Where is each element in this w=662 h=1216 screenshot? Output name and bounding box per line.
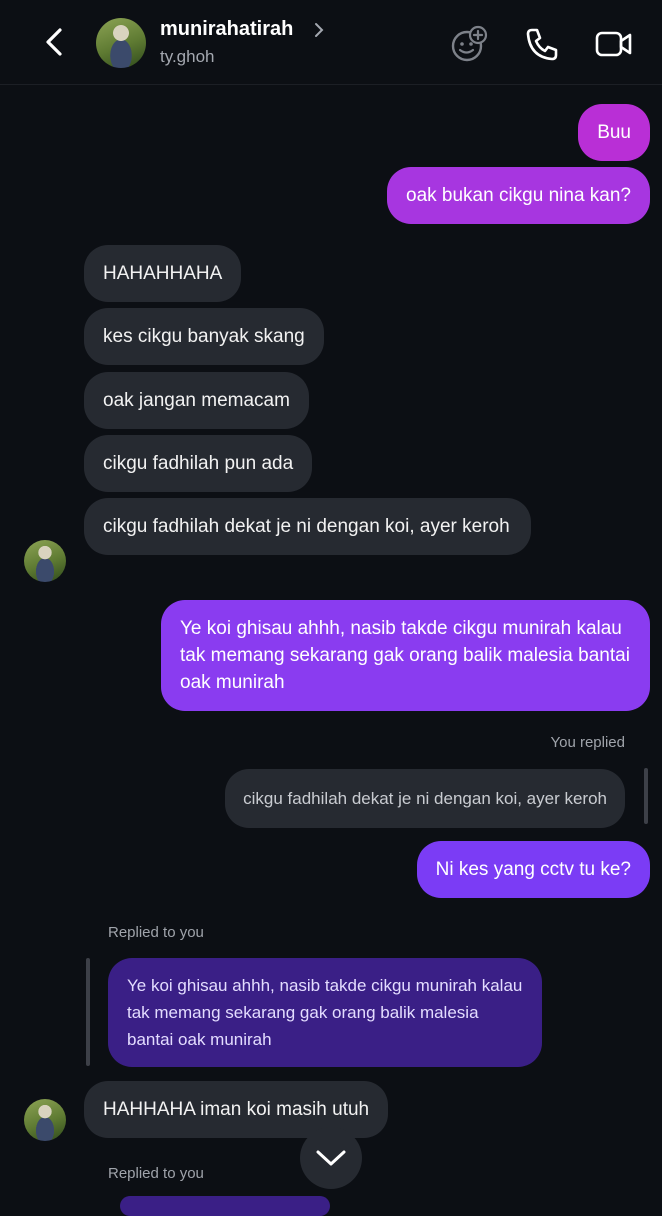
outgoing-message[interactable]: Ye koi ghisau ahhh, nasib takde cikgu mu… — [161, 600, 650, 711]
chat-header: munirahatirah ty.ghoh — [0, 0, 662, 85]
quote-bar — [86, 958, 90, 1066]
chevron-down-icon — [316, 1150, 346, 1166]
outgoing-message[interactable]: oak bukan cikgu nina kan? — [387, 167, 650, 224]
quoted-message[interactable]: Ye koi ghisau ahhh, nasib takde cikgu mu… — [108, 958, 542, 1067]
username: ty.ghoh — [160, 47, 215, 66]
incoming-message[interactable]: cikgu fadhilah dekat je ni dengan koi, a… — [84, 498, 531, 555]
quote-bar — [644, 768, 648, 824]
incoming-message[interactable]: cikgu fadhilah pun ada — [84, 435, 313, 492]
video-icon[interactable] — [594, 24, 634, 64]
sender-avatar[interactable] — [24, 540, 66, 582]
profile-avatar[interactable] — [96, 18, 146, 68]
outgoing-message[interactable]: Ni kes yang cctv tu ke? — [416, 841, 650, 898]
chevron-right-icon[interactable] — [312, 20, 326, 40]
replied-to-you-label: Replied to you — [108, 1165, 204, 1182]
message-thread[interactable]: Buu oak bukan cikgu nina kan? HAHAHHAHA … — [0, 84, 662, 1200]
quoted-message[interactable]: cikgu fadhilah dekat je ni dengan koi, a… — [225, 769, 625, 828]
scroll-to-bottom-button[interactable] — [300, 1127, 362, 1189]
quoted-message[interactable] — [120, 1196, 330, 1216]
back-icon[interactable] — [38, 22, 72, 62]
add-emoji-icon[interactable] — [449, 24, 489, 64]
display-name[interactable]: munirahatirah — [160, 18, 293, 41]
outgoing-message[interactable]: Buu — [578, 104, 650, 161]
incoming-message[interactable]: kes cikgu banyak skang — [84, 308, 324, 365]
incoming-message[interactable]: HAHAHHAHA — [84, 245, 242, 302]
sender-avatar[interactable] — [24, 1099, 66, 1141]
you-replied-label: You replied — [550, 734, 625, 751]
incoming-message[interactable]: oak jangan memacam — [84, 372, 309, 429]
phone-icon[interactable] — [522, 24, 562, 64]
replied-to-you-label: Replied to you — [108, 924, 204, 941]
